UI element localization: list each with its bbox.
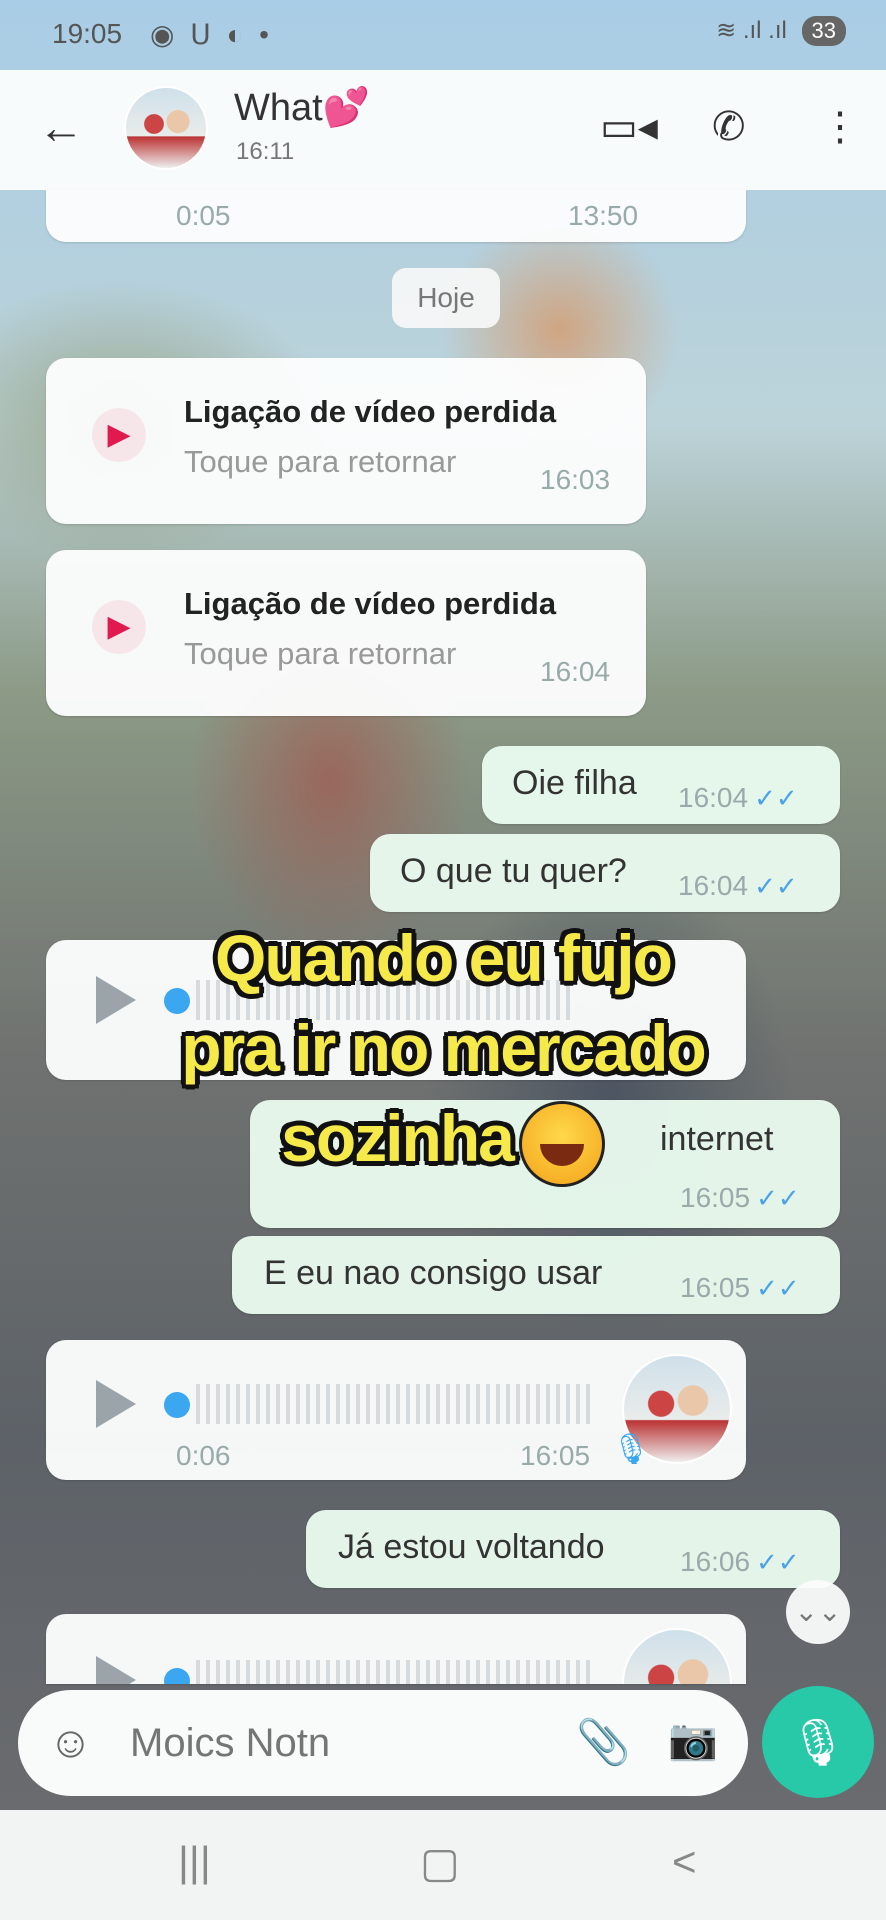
message-text: Já estou voltando	[338, 1528, 605, 1566]
message-input[interactable]	[128, 1720, 552, 1767]
back-arrow-icon[interactable]: ←	[38, 100, 84, 154]
missed-video-call[interactable]: ▶ Ligação de vídeo perdida Toque para re…	[46, 358, 646, 524]
message-time: 16:05	[680, 1182, 751, 1213]
caption-line-3: sozinha	[0, 1100, 886, 1187]
audio-message[interactable]: 0:06 16:05 🎙	[46, 1340, 746, 1480]
outgoing-message[interactable]: Oie filha 16:04 ✓✓	[482, 746, 840, 824]
audio-message[interactable]	[46, 1614, 746, 1684]
battery-icon: 33	[801, 16, 846, 46]
message-time: 16:06	[680, 1546, 751, 1577]
message-text: Oie filha	[512, 764, 637, 802]
message-meta: 16:06 ✓✓	[680, 1546, 800, 1578]
message-time: 16:03	[540, 464, 611, 495]
voice-call-icon[interactable]: ✆	[712, 104, 746, 150]
audio-waveform[interactable]	[196, 1384, 596, 1424]
message-meta: 16:04 ✓✓	[678, 782, 798, 814]
message-time: 16:05	[680, 1272, 751, 1303]
contact-name-text: What	[234, 87, 323, 129]
caption-line-1: Quando eu fujo	[215, 921, 673, 995]
heart-emoji: 💕	[322, 87, 371, 129]
audio-progress-dot[interactable]	[164, 1668, 190, 1684]
missed-video-call[interactable]: ▶ Ligação de vídeo perdida Toque para re…	[46, 550, 646, 716]
message-meta: 16:05 ✓✓	[680, 1182, 800, 1214]
status-bar: 19:05 ◉ ᑌ ◐ • ≋ .ıl .ıl 33	[0, 0, 886, 70]
read-ticks-icon: ✓✓	[756, 1183, 800, 1213]
call-subtitle: Toque para retornar	[184, 636, 457, 671]
mic-icon: 🎙	[612, 1433, 651, 1466]
missed-video-call-icon: ▶	[92, 600, 146, 654]
back-nav-icon[interactable]: <	[672, 1838, 697, 1886]
play-icon[interactable]	[96, 1380, 136, 1428]
signal-icons: ≋ .ıl .ıl 33	[716, 16, 846, 46]
outgoing-message[interactable]: O que tu quer? 16:04 ✓✓	[370, 834, 840, 912]
call-subtitle: Toque para retornar	[184, 444, 457, 479]
notification-icons: ◉ ᑌ ◐ •	[150, 19, 273, 50]
video-call-icon[interactable]: ▭◂	[600, 104, 658, 150]
emoji-icon[interactable]: ☺	[48, 1718, 93, 1768]
read-ticks-icon: ✓✓	[756, 1273, 800, 1303]
message-text: E eu nao consigo usar	[264, 1254, 603, 1292]
scroll-down-button[interactable]: ⌄⌄	[786, 1580, 850, 1644]
contact-name[interactable]: What💕	[234, 86, 370, 130]
caption-line-2: pra ir no mercado	[181, 1011, 707, 1085]
message-time: 16:04	[678, 870, 749, 901]
audio-duration: 0:06	[176, 1440, 231, 1471]
rofl-emoji-icon	[518, 1100, 605, 1187]
message-time: 16:04	[678, 782, 749, 813]
read-ticks-icon: ✓✓	[756, 1547, 800, 1577]
audio-duration: 0:05	[176, 200, 231, 231]
call-title: Ligação de vídeo perdida	[184, 394, 557, 429]
audio-progress-dot[interactable]	[164, 1392, 190, 1418]
home-icon[interactable]: ▢	[420, 1838, 460, 1887]
message-time: 16:04	[540, 656, 611, 687]
message-time: 13:50	[568, 200, 639, 231]
voice-record-button[interactable]: 🎙	[762, 1686, 874, 1798]
outgoing-message[interactable]: Já estou voltando 16:06 ✓✓	[306, 1510, 840, 1588]
message-meta: 16:05 ✓✓	[680, 1272, 800, 1304]
message-meta: 16:04 ✓✓	[678, 870, 798, 902]
message-time: 16:05	[520, 1440, 591, 1471]
message-text: O que tu quer?	[400, 852, 627, 890]
audio-message[interactable]: 0:05 13:50	[46, 190, 746, 242]
attach-icon[interactable]: 📎	[576, 1716, 631, 1768]
contact-avatar[interactable]	[124, 86, 208, 170]
wifi-signal-icon: ≋ .ıl .ıl	[716, 17, 787, 44]
date-chip: Hoje	[392, 268, 500, 328]
last-seen: 16:11	[236, 138, 295, 165]
camera-icon[interactable]: 📷	[668, 1716, 718, 1763]
outgoing-message[interactable]: E eu nao consigo usar 16:05 ✓✓	[232, 1236, 840, 1314]
chat-header: ← What💕 16:11 ▭◂ ✆ ⋮	[0, 70, 886, 190]
caption-line-3-text: sozinha	[281, 1101, 515, 1175]
call-title: Ligação de vídeo perdida	[184, 586, 557, 621]
read-ticks-icon: ✓✓	[754, 871, 798, 901]
status-time: 19:05	[52, 18, 123, 49]
read-ticks-icon: ✓✓	[754, 783, 798, 813]
recents-icon[interactable]: |||	[178, 1838, 211, 1886]
missed-video-call-icon: ▶	[92, 408, 146, 462]
system-nav-bar: ||| ▢ <	[0, 1810, 886, 1920]
play-icon[interactable]	[96, 1656, 136, 1684]
menu-icon[interactable]: ⋮	[820, 104, 860, 150]
sender-avatar	[622, 1628, 732, 1684]
audio-waveform[interactable]	[196, 1660, 596, 1684]
message-composer: ☺ 📎 📷	[18, 1690, 748, 1796]
